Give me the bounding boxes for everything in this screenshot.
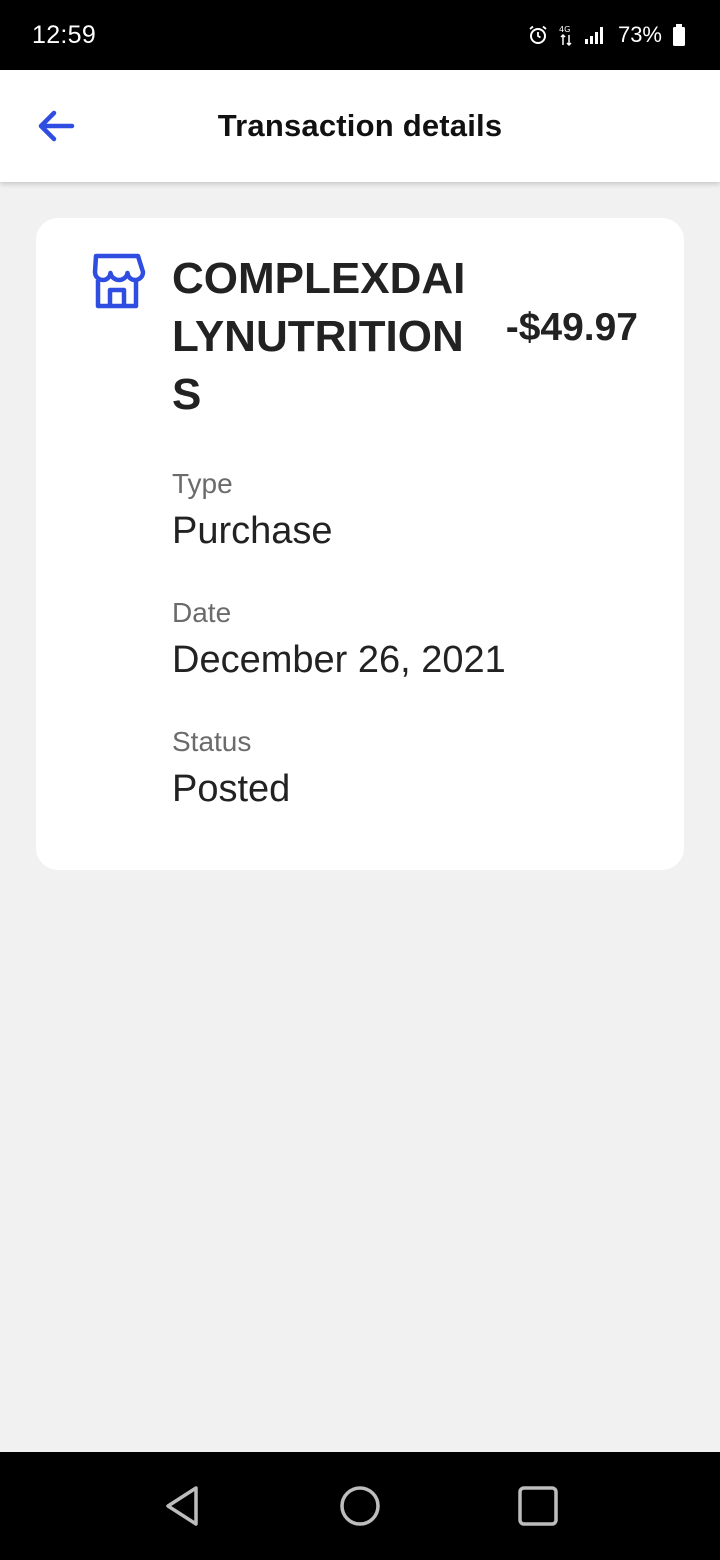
battery-percent: 73% [617,22,662,47]
store-icon [92,253,146,309]
transaction-amount: -$49.97 [505,306,638,349]
svg-text:4G: 4G [559,25,570,34]
type-label: Type [172,468,233,499]
recents-icon[interactable] [514,1482,562,1530]
system-nav-bar [0,1452,720,1560]
battery-icon [673,24,685,46]
back-button[interactable] [30,100,82,152]
alarm-icon [529,25,547,44]
transaction-card: COMPLEXDAILYNUTRITIONS -$49.97 Type Purc… [36,218,684,870]
status-label: Status [172,726,252,757]
type-value: Purchase [172,510,333,552]
back-icon[interactable] [158,1482,206,1530]
status-value: Posted [172,768,291,810]
signal-icon [584,27,603,44]
status-bar: 12:59 4G 73% [0,0,720,70]
merchant-name: COMPLEXDAILYNUTRITIONS [172,254,466,419]
page-title: Transaction details [217,108,503,143]
data-icon: 4G [559,25,572,47]
arrow-left-icon [38,110,75,142]
status-time: 12:59 [32,20,97,49]
home-icon[interactable] [336,1482,384,1530]
date-label: Date [172,597,232,628]
status-icons: 4G 73% [528,22,686,48]
date-value: December 26, 2021 [172,639,506,681]
app-header: Transaction details [0,70,720,182]
